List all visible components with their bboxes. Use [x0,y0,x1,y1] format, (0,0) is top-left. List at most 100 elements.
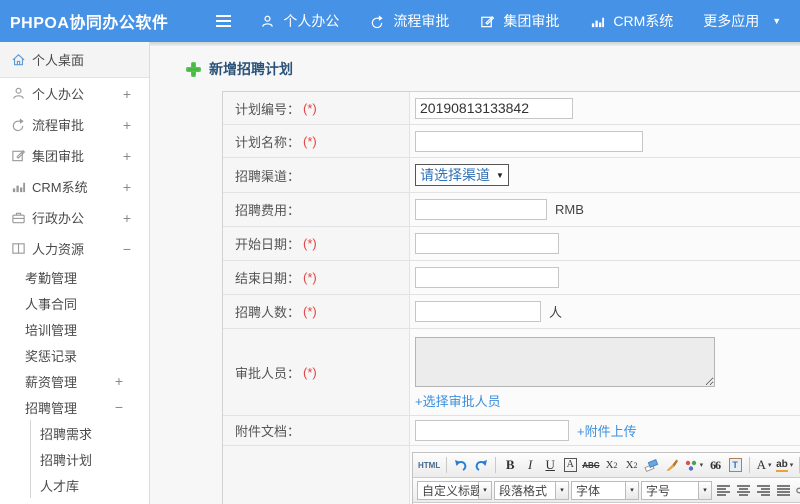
eraser-icon[interactable] [643,456,661,475]
sidebar-item-group-approval[interactable]: 集团审批 + [0,140,149,171]
recruitment-plan-form: 计划编号：(*) 计划名称：(*) 招聘渠道： 请选择渠道 ▼ 招聘费用： RM… [222,91,800,504]
end-date-input[interactable] [415,267,559,288]
bold-button[interactable]: B [501,456,519,475]
approvers-textarea[interactable] [415,337,715,387]
topnav-item-group-approval[interactable]: 集团审批 [479,11,559,31]
expand-toggle-icon[interactable]: + [123,86,131,102]
sidebar-item-recruitment-mgmt[interactable]: 招聘管理 − [0,394,149,420]
paste-text-icon[interactable]: T [726,456,744,475]
editor-dropdown-paragraph-format[interactable]: 段落格式 ▾ [494,480,569,500]
subscript-button[interactable]: X2 [623,456,641,475]
cost-unit: RMB [555,202,584,217]
editor-dropdown-custom-title[interactable]: 自定义标题 ▾ [417,480,492,500]
editor-dropdown-font-family[interactable]: 字体 ▾ [571,480,639,500]
align-right-icon[interactable] [754,481,772,500]
channel-label: 招聘渠道： [235,168,301,184]
expand-toggle-icon[interactable]: − [115,399,123,415]
strikethrough-button[interactable]: ABC [581,456,600,475]
undo-icon[interactable] [452,456,470,475]
sidebar-item-reward-records[interactable]: 奖惩记录 [0,342,149,368]
topnav-label: 集团审批 [503,13,560,29]
page-title: 新增招聘计划 [209,61,293,77]
sidebar-item-label: 薪资管理 [25,374,78,390]
topnav-label: 更多应用 [703,13,760,29]
start-date-label: 开始日期： [235,237,301,252]
attachment-upload-link[interactable]: +附件上传 [577,421,637,440]
sidebar-item-recruitment-demand[interactable]: 招聘需求 [30,420,149,446]
align-justify-icon[interactable] [774,481,792,500]
cost-input[interactable] [415,199,547,220]
border-text-button[interactable]: A [563,458,577,472]
start-date-input[interactable] [415,233,559,254]
attachment-label: 附件文档： [235,424,301,439]
sidebar-item-crm-system[interactable]: CRM系统 + [0,171,149,202]
expand-toggle-icon[interactable]: − [123,241,131,257]
sidebar-item-label: 人力资源 [32,242,85,257]
expand-toggle-icon[interactable]: + [115,373,123,389]
link-icon[interactable] [794,481,800,500]
plan-number-input[interactable] [415,97,573,119]
topnav-label: CRM系统 [613,13,674,29]
form-row-end-date: 结束日期： (*) [223,261,800,295]
expand-toggle-icon[interactable]: + [123,179,131,195]
align-left-icon[interactable] [714,481,732,500]
topnav-label: 流程审批 [393,13,450,29]
sidebar-item-label: CRM系统 [32,180,88,195]
format-brush-icon[interactable] [663,456,681,475]
topnav-item-workflow-approval[interactable]: 流程审批 [369,11,449,31]
form-row-start-date: 开始日期： (*) [223,227,800,261]
font-color-button[interactable]: A ▾ [755,456,773,475]
required-marker: (*) [303,133,317,149]
attachment-input[interactable] [415,420,569,441]
process-icon [369,13,386,30]
person-icon [259,13,276,30]
sidebar-item-salary-mgmt[interactable]: 薪资管理 + [0,368,149,394]
sidebar-item-talent-pool[interactable]: 人才库 [30,472,149,498]
sidebar-item-label: 行政办公 [32,211,85,226]
top-navigation: 个人办公 流程审批 集团审批 CRM系统 更多应用 ▼ [259,11,781,31]
italic-button[interactable]: I [521,456,539,475]
sidebar-item-label: 考勤管理 [25,270,78,286]
form-row-plan-number: 计划编号： (*) [223,92,800,125]
editor-dropdown-font-size[interactable]: 字号 ▾ [641,480,712,500]
sidebar-item-label: 招聘需求 [40,426,93,442]
sidebar-item-personal-desktop[interactable]: 个人桌面 [0,42,149,78]
sidebar-item-personal-office[interactable]: 个人办公 + [0,78,149,109]
expand-toggle-icon[interactable]: + [123,148,131,164]
dropdown-value: 字体 [571,480,626,500]
topnav-item-more-apps[interactable]: 更多应用 ▼ [703,11,781,31]
caret-down-icon: ▼ [496,170,504,180]
sidebar-item-attendance-mgmt[interactable]: 考勤管理 [0,264,149,290]
form-row-channel: 招聘渠道： 请选择渠道 ▼ [223,158,800,193]
color-palette-icon[interactable]: ▾ [683,456,705,475]
sidebar-item-training-mgmt[interactable]: 培训管理 [0,316,149,342]
channel-select[interactable]: 请选择渠道 ▼ [415,164,509,186]
sidebar-item-admin-office[interactable]: 行政办公 + [0,202,149,233]
underline-button[interactable]: U [541,456,559,475]
select-approvers-link[interactable]: +选择审批人员 [415,391,501,410]
process-icon [10,117,26,133]
align-center-icon[interactable] [734,481,752,500]
sidebar-item-recruitment-plan[interactable]: 招聘计划 [30,446,149,472]
expand-toggle-icon[interactable]: + [123,210,131,226]
caret-down-icon: ▾ [479,480,492,500]
redo-icon[interactable] [472,456,490,475]
sidebar-item-hr-contract[interactable]: 人事合同 [0,290,149,316]
html-source-button[interactable]: HTML [417,456,441,475]
expand-toggle-icon[interactable]: + [123,117,131,133]
superscript-button[interactable]: X2 [603,456,621,475]
topnav-item-personal-office[interactable]: 个人办公 [259,11,339,31]
sidebar-item-workflow-approval[interactable]: 流程审批 + [0,109,149,140]
menu-icon[interactable] [212,11,235,31]
highlight-color-button[interactable]: ab ▾ [775,456,794,475]
topnav-item-crm-system[interactable]: CRM系统 [589,11,673,31]
plan-name-input[interactable] [415,130,643,152]
headcount-label: 招聘人数： [235,305,301,320]
channel-select-value: 请选择渠道 [420,167,490,183]
sidebar-item-label: 培训管理 [25,322,78,338]
editor-toolbar-row2: 自定义标题 ▾ 段落格式 ▾ 字体 ▾ 字号 ▾ [413,478,800,503]
headcount-input[interactable] [415,301,541,322]
blockquote-button[interactable]: 66 [706,456,724,475]
sidebar-item-human-resources[interactable]: 人力资源 − [0,233,149,264]
content-top-strip [150,42,800,46]
